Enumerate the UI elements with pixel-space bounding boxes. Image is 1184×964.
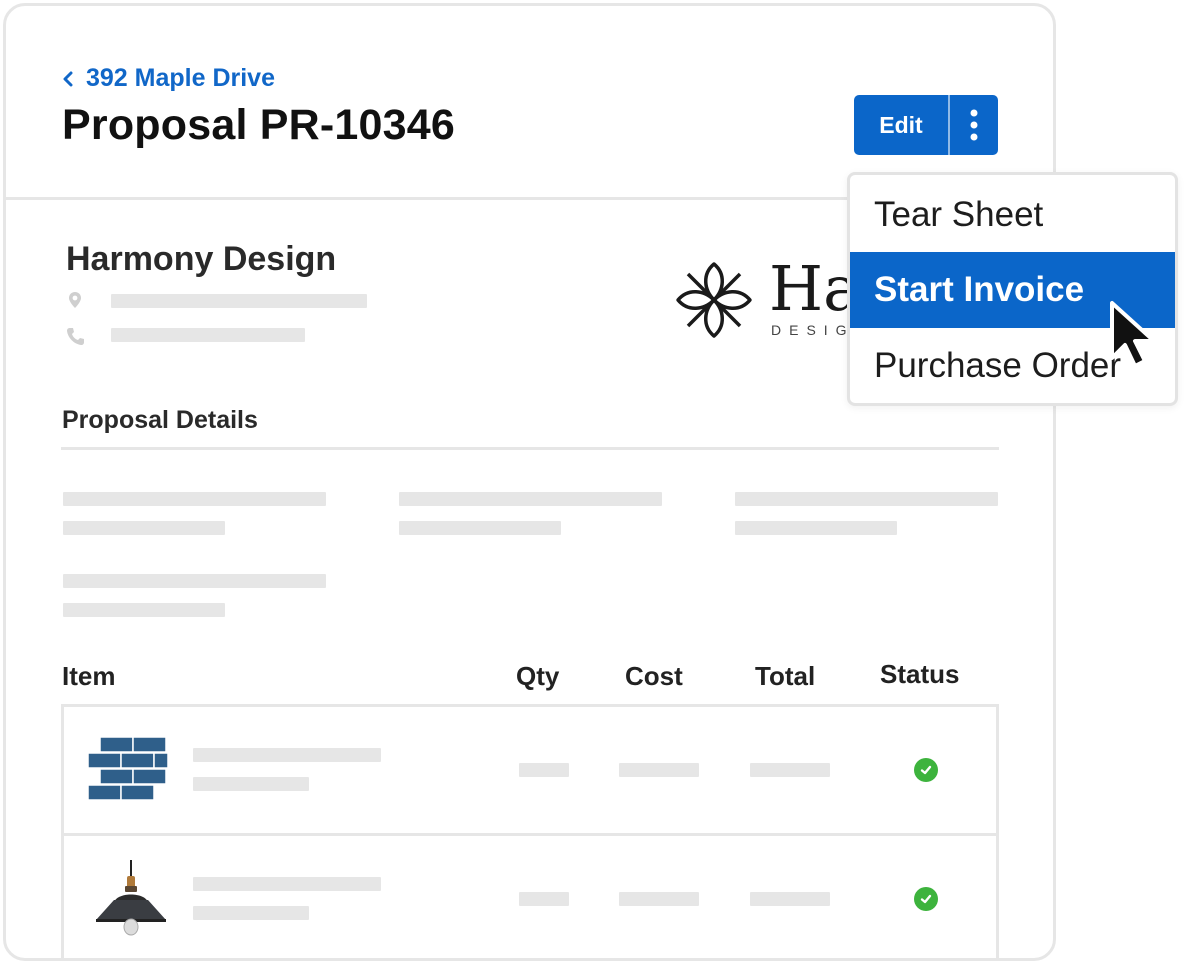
company-logo: Ha DESIG (674, 252, 864, 340)
edit-button-group: Edit (854, 95, 998, 155)
more-vertical-icon (970, 109, 978, 141)
table-row[interactable] (64, 707, 996, 833)
detail-placeholder (399, 521, 561, 535)
back-link[interactable]: 392 Maple Drive (62, 64, 275, 93)
flower-logo-icon (676, 262, 752, 338)
proposal-details-title: Proposal Details (62, 406, 258, 434)
address-row (66, 291, 84, 309)
address-placeholder (111, 294, 367, 308)
column-header-qty: Qty (516, 661, 560, 691)
qty-placeholder (519, 763, 569, 777)
company-name: Harmony Design (66, 240, 337, 278)
page-header: 392 Maple Drive Proposal PR-10346 Edit (6, 6, 1053, 200)
detail-placeholder (63, 574, 326, 588)
actions-dropdown-menu: Tear Sheet Start Invoice Purchase Order (847, 172, 1178, 406)
mouse-pointer-icon (1110, 301, 1156, 368)
detail-placeholder (63, 521, 225, 535)
status-complete-icon (914, 758, 938, 782)
more-actions-button[interactable] (950, 95, 998, 155)
back-link-label[interactable]: 392 Maple Drive (86, 64, 275, 93)
phone-row (66, 327, 84, 345)
items-table (61, 704, 999, 958)
column-header-status: Status (880, 659, 960, 689)
column-header-cost: Cost (625, 661, 683, 691)
page-title: Proposal PR-10346 (62, 101, 455, 149)
total-placeholder (750, 892, 830, 906)
column-header-total: Total (755, 661, 816, 691)
edit-button[interactable]: Edit (854, 95, 950, 155)
detail-placeholder (399, 492, 662, 506)
total-placeholder (750, 763, 830, 777)
detail-placeholder (735, 492, 998, 506)
logo-subtext: DESIG (771, 322, 855, 338)
proposal-card: 392 Maple Drive Proposal PR-10346 Edit H… (3, 3, 1056, 961)
cost-placeholder (619, 763, 699, 777)
phone-icon (67, 328, 84, 345)
item-name-placeholder (193, 748, 381, 762)
blue-tile-icon (88, 736, 168, 801)
menu-item-tear-sheet[interactable]: Tear Sheet (850, 177, 1175, 253)
qty-placeholder (519, 892, 569, 906)
detail-placeholder (63, 492, 326, 506)
section-divider (61, 447, 999, 450)
item-desc-placeholder (193, 777, 309, 791)
item-desc-placeholder (193, 906, 309, 920)
status-complete-icon (914, 887, 938, 911)
detail-placeholder (735, 521, 897, 535)
item-name-placeholder (193, 877, 381, 891)
chevron-left-icon (63, 71, 73, 86)
location-pin-icon (69, 292, 81, 308)
table-row[interactable] (64, 833, 996, 958)
column-header-item: Item (62, 661, 116, 691)
cost-placeholder (619, 892, 699, 906)
pendant-lamp-icon (96, 860, 166, 936)
phone-placeholder (111, 328, 305, 342)
detail-placeholder (63, 603, 225, 617)
